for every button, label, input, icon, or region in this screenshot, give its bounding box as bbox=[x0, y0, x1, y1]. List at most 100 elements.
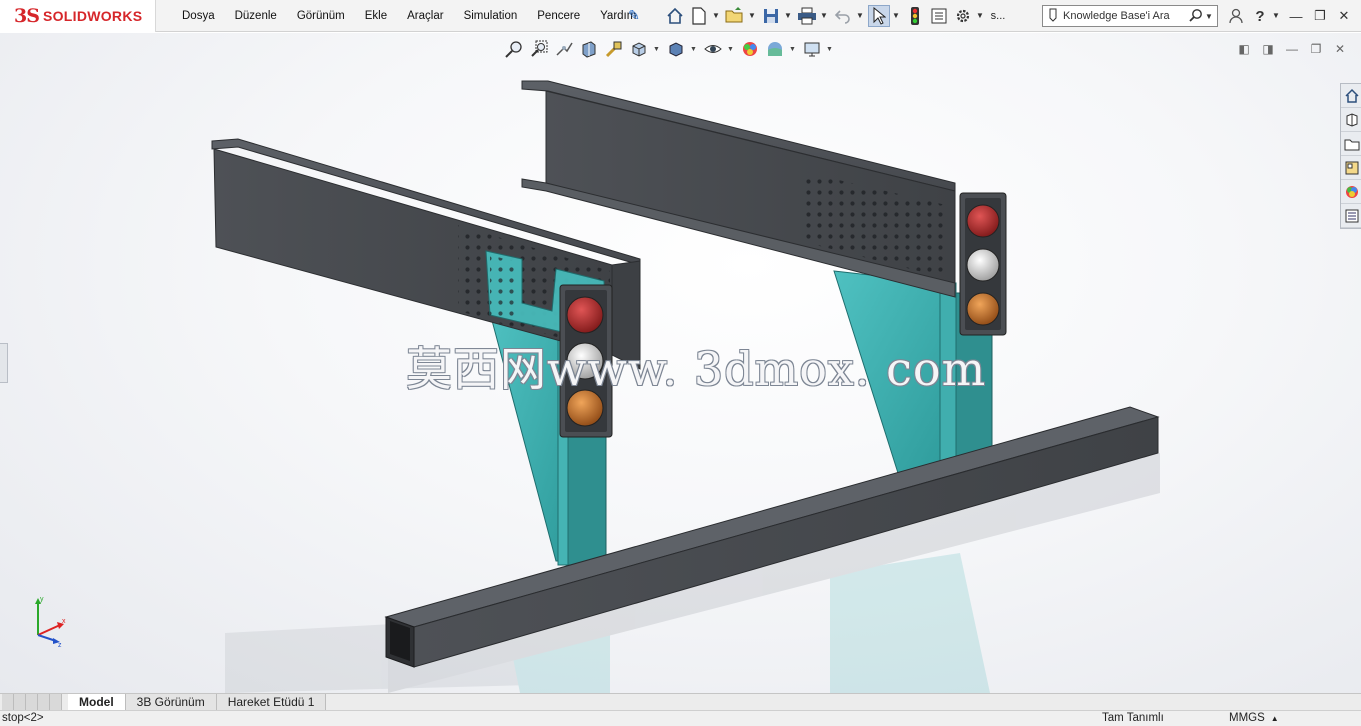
svg-text:x: x bbox=[62, 618, 66, 625]
search-input[interactable]: Knowledge Base'i Ara bbox=[1059, 10, 1189, 22]
unit-system-label: MMGS bbox=[1229, 712, 1265, 724]
collapse-right-icon[interactable]: ◨ bbox=[1256, 41, 1280, 57]
menu-gorunum[interactable]: Görünüm bbox=[287, 0, 355, 32]
viewport-close-icon[interactable]: ✕ bbox=[1328, 41, 1352, 57]
user-account-icon[interactable] bbox=[1224, 4, 1248, 28]
display-style-icon[interactable] bbox=[665, 38, 687, 60]
pin-menu-icon[interactable]: ✎ bbox=[626, 7, 642, 23]
custom-properties-icon[interactable] bbox=[1341, 204, 1361, 228]
search-scope-icon[interactable] bbox=[1047, 8, 1059, 25]
toolbar-overflow-label[interactable]: s... bbox=[988, 5, 1008, 27]
last-tab-icon[interactable] bbox=[38, 694, 50, 710]
minimize-icon[interactable]: — bbox=[1284, 4, 1308, 28]
reference-triad-icon: x y z bbox=[35, 596, 66, 647]
front-red-lamp bbox=[566, 296, 604, 334]
chevron-down-icon[interactable]: ▼ bbox=[820, 5, 829, 27]
svg-text:y: y bbox=[40, 596, 44, 603]
first-tab-icon[interactable] bbox=[2, 694, 14, 710]
apply-scene-icon[interactable] bbox=[764, 38, 786, 60]
solidworks-resources-icon[interactable] bbox=[1341, 84, 1361, 108]
square-tube-beam[interactable] bbox=[384, 406, 1160, 668]
undo-icon[interactable] bbox=[832, 5, 854, 27]
restore-icon[interactable]: ❐ bbox=[1308, 4, 1332, 28]
tab-navigation bbox=[0, 694, 68, 710]
new-document-icon[interactable] bbox=[688, 5, 710, 27]
standard-toolbar: ▼ ▼ ▼ ▼ ▼ ▼ ▼ s... bbox=[664, 3, 1010, 29]
front-gusset-holes bbox=[490, 255, 520, 329]
knowledge-base-search[interactable]: Knowledge Base'i Ara ▼ bbox=[1042, 5, 1218, 27]
menu-duzenle[interactable]: Düzenle bbox=[225, 0, 287, 32]
previous-view-icon[interactable] bbox=[553, 38, 575, 60]
definition-status: Tam Tanımlı bbox=[1102, 712, 1164, 724]
menu-araclar[interactable]: Araçlar bbox=[397, 0, 453, 32]
menu-ekle[interactable]: Ekle bbox=[355, 0, 397, 32]
dynamic-annotation-icon[interactable] bbox=[603, 38, 625, 60]
print-icon[interactable] bbox=[796, 5, 818, 27]
home-icon[interactable] bbox=[664, 5, 686, 27]
status-bar: stop<2> Tam Tanımlı MMGS ▲ bbox=[0, 710, 1361, 726]
open-folder-icon[interactable] bbox=[724, 5, 746, 27]
chevron-down-icon[interactable]: ▼ bbox=[856, 5, 865, 27]
tab-motion-study[interactable]: Hareket Etüdü 1 bbox=[216, 694, 327, 710]
chevron-down-icon[interactable]: ▼ bbox=[789, 46, 797, 53]
rear-orange-lamp bbox=[966, 292, 1000, 326]
view-palette-icon[interactable] bbox=[1341, 156, 1361, 180]
tube-end-opening bbox=[390, 621, 410, 661]
search-icon[interactable] bbox=[1189, 8, 1205, 25]
chevron-down-icon[interactable]: ▼ bbox=[690, 46, 698, 53]
viewport-minimize-icon[interactable]: — bbox=[1280, 41, 1304, 57]
chevron-down-icon[interactable]: ▼ bbox=[1272, 5, 1281, 27]
help-icon[interactable]: ? bbox=[1248, 4, 1272, 28]
hide-show-items-icon[interactable] bbox=[702, 38, 724, 60]
rebuild-traffic-light-icon[interactable] bbox=[904, 5, 926, 27]
chevron-down-icon[interactable]: ▼ bbox=[712, 5, 721, 27]
chevron-up-icon[interactable]: ▲ bbox=[1271, 714, 1279, 723]
close-icon[interactable]: ✕ bbox=[1332, 4, 1356, 28]
tab-3d-view[interactable]: 3B Görünüm bbox=[125, 694, 217, 710]
main-menu: Dosya Düzenle Görünüm Ekle Araçlar Simul… bbox=[172, 0, 646, 32]
file-explorer-icon[interactable] bbox=[1341, 132, 1361, 156]
gear-icon[interactable] bbox=[952, 5, 974, 27]
zoom-to-fit-icon[interactable] bbox=[503, 38, 525, 60]
feature-manager-expand-handle[interactable] bbox=[0, 343, 8, 383]
edit-appearance-icon[interactable] bbox=[739, 38, 761, 60]
zoom-to-area-icon[interactable] bbox=[528, 38, 550, 60]
window-controls: ? ▼ — ❐ ✕ bbox=[1224, 4, 1356, 28]
chevron-down-icon[interactable]: ▼ bbox=[653, 46, 661, 53]
appearances-scenes-icon[interactable] bbox=[1341, 180, 1361, 204]
heads-up-view-toolbar: ▼ ▼ ▼ ▼ ▼ bbox=[503, 37, 838, 61]
view-orientation-icon[interactable] bbox=[628, 38, 650, 60]
viewport-restore-icon[interactable]: ❐ bbox=[1304, 41, 1328, 57]
tube-front-face bbox=[413, 416, 1159, 668]
select-arrow-icon[interactable] bbox=[868, 5, 890, 27]
ds-logo-mark: 3S bbox=[14, 5, 40, 27]
chevron-down-icon[interactable]: ▼ bbox=[826, 46, 834, 53]
view-settings-monitor-icon[interactable] bbox=[801, 38, 823, 60]
tab-model[interactable]: Model bbox=[68, 694, 126, 710]
chevron-down-icon[interactable]: ▼ bbox=[976, 5, 985, 27]
chevron-down-icon[interactable]: ▼ bbox=[784, 5, 793, 27]
section-view-icon[interactable] bbox=[578, 38, 600, 60]
chevron-down-icon[interactable]: ▼ bbox=[727, 46, 735, 53]
menu-dosya[interactable]: Dosya bbox=[172, 0, 225, 32]
menu-pencere[interactable]: Pencere bbox=[527, 0, 590, 32]
collapse-left-icon[interactable]: ◧ bbox=[1232, 41, 1256, 57]
menu-simulation[interactable]: Simulation bbox=[454, 0, 528, 32]
graphics-area[interactable]: 莫西网www. 3dmox. com ▼ ▼ ▼ ▼ ▼ ◧ ◨ — ❐ ✕ x… bbox=[0, 33, 1361, 693]
viewport-window-controls: ◧ ◨ — ❐ ✕ bbox=[1232, 41, 1352, 57]
status-message: stop<2> bbox=[2, 712, 44, 724]
unit-system-selector[interactable]: MMGS ▲ bbox=[1229, 711, 1279, 726]
save-icon[interactable] bbox=[760, 5, 782, 27]
chevron-down-icon[interactable]: ▼ bbox=[748, 5, 757, 27]
chevron-down-icon[interactable]: ▼ bbox=[1205, 12, 1217, 21]
tab-scroll-icon[interactable] bbox=[50, 694, 62, 710]
solidworks-logo[interactable]: 3S SOLIDWORKS bbox=[0, 0, 156, 32]
brand-name: SOLIDWORKS bbox=[42, 8, 143, 24]
chevron-down-icon[interactable]: ▼ bbox=[892, 5, 901, 27]
file-properties-icon[interactable] bbox=[928, 5, 950, 27]
rear-red-lamp bbox=[966, 204, 1000, 238]
next-tab-icon[interactable] bbox=[26, 694, 38, 710]
menu-bar: 3S SOLIDWORKS Dosya Düzenle Görünüm Ekle… bbox=[0, 0, 1361, 32]
previous-tab-icon[interactable] bbox=[14, 694, 26, 710]
design-library-icon[interactable] bbox=[1341, 108, 1361, 132]
